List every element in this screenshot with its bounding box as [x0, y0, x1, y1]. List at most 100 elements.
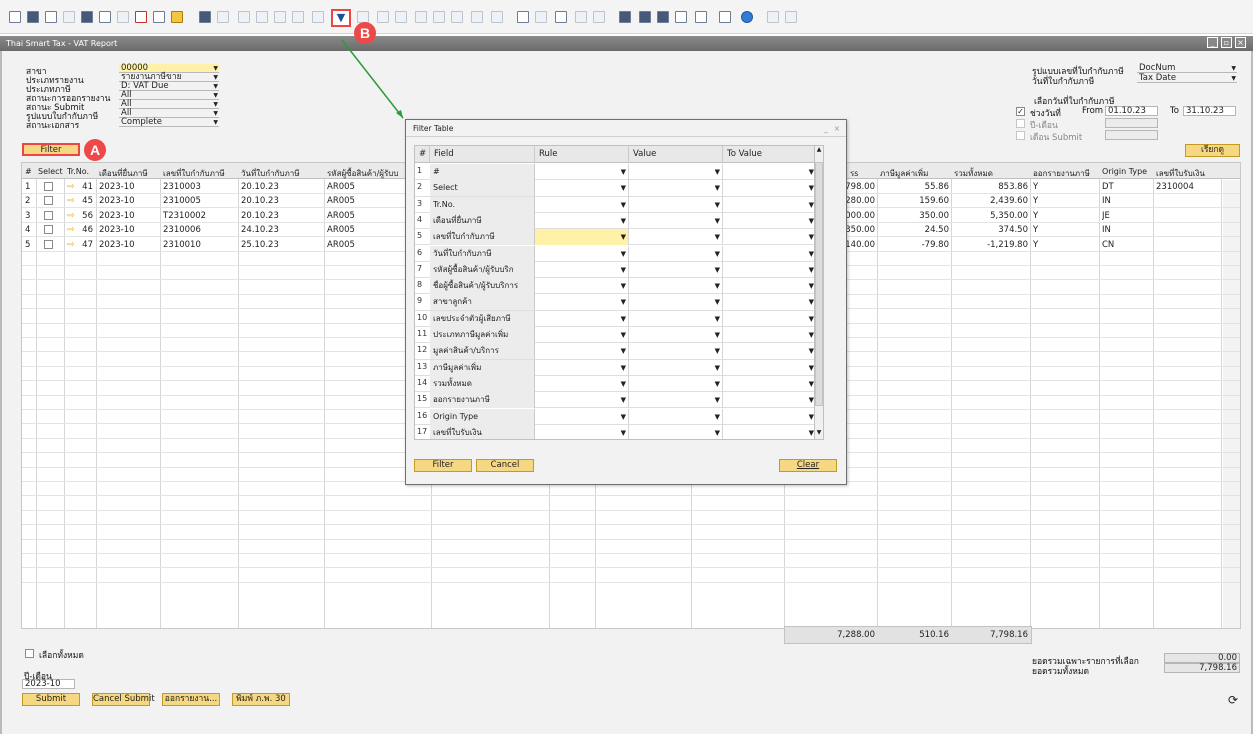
filter-row-field: เลขที่ใบกำกับภาษี: [430, 229, 535, 246]
value-dropdown[interactable]: ▼: [629, 164, 723, 180]
minimize-icon[interactable]: _: [824, 120, 828, 137]
to-value-dropdown[interactable]: ▼: [723, 164, 817, 180]
filter-row-field: ออกรายงานภาษี: [430, 392, 535, 409]
callout-a: A: [84, 139, 106, 161]
chevron-down-icon: ▼: [714, 412, 720, 421]
value-dropdown[interactable]: ▼: [629, 180, 723, 197]
value-dropdown[interactable]: ▼: [629, 343, 723, 360]
to-value-dropdown[interactable]: ▼: [723, 278, 817, 295]
value-dropdown[interactable]: ▼: [629, 261, 723, 278]
chevron-down-icon: ▼: [620, 282, 626, 291]
rule-dropdown[interactable]: ▼: [535, 294, 629, 311]
rule-dropdown[interactable]: ▼: [535, 375, 629, 392]
value-dropdown[interactable]: ▼: [629, 294, 723, 311]
value-dropdown[interactable]: ▼: [629, 310, 723, 327]
chevron-down-icon: ▼: [620, 428, 626, 437]
chevron-down-icon: ▼: [620, 233, 626, 242]
filter-row-field: สาขาลูกค้า: [430, 294, 535, 311]
to-value-dropdown[interactable]: ▼: [723, 294, 817, 311]
scroll-down-icon[interactable]: ▼: [815, 429, 823, 439]
rule-dropdown[interactable]: ▼: [535, 245, 629, 262]
value-dropdown[interactable]: ▼: [629, 229, 723, 246]
filter-row: 12 มูลค่าสินค้า/บริการ ▼ ▼ ▼: [415, 343, 823, 360]
filter-row: 5 เลขที่ใบกำกับภาษี ▼ ▼ ▼: [415, 229, 823, 246]
chevron-down-icon: ▼: [714, 331, 720, 339]
rule-dropdown[interactable]: ▼: [535, 278, 629, 295]
rule-dropdown[interactable]: ▼: [535, 212, 629, 229]
rule-dropdown[interactable]: ▼: [535, 343, 629, 360]
dialog-filter-button[interactable]: Filter: [414, 459, 472, 472]
chevron-down-icon: ▼: [714, 282, 720, 291]
filter-row: 16 Origin Type ▼ ▼ ▼: [415, 408, 823, 425]
to-value-dropdown[interactable]: ▼: [723, 375, 817, 392]
filter-row-field: ประเภทภาษีมูลค่าเพิ่ม: [430, 327, 535, 343]
filter-table-dialog: Filter Table _ × # Field Rule Value To V…: [405, 119, 847, 485]
rule-dropdown[interactable]: ▼: [535, 392, 629, 409]
filter-row: 15 ออกรายงานภาษี ▼ ▼ ▼: [415, 392, 823, 409]
to-value-dropdown[interactable]: ▼: [723, 359, 817, 376]
filter-row-index: 9: [417, 296, 423, 306]
value-dropdown[interactable]: ▼: [629, 392, 723, 409]
chevron-down-icon: ▼: [714, 363, 720, 372]
dialog-clear-button[interactable]: Clear: [779, 459, 837, 472]
dialog-cancel-button[interactable]: Cancel: [476, 459, 534, 472]
chevron-down-icon: ▼: [620, 216, 626, 225]
rule-dropdown[interactable]: ▼: [535, 310, 629, 327]
to-value-dropdown[interactable]: ▼: [723, 424, 817, 439]
filter-row-index: 4: [417, 214, 423, 224]
value-dropdown[interactable]: ▼: [629, 245, 723, 262]
to-value-dropdown[interactable]: ▼: [723, 261, 817, 278]
to-value-dropdown[interactable]: ▼: [723, 180, 817, 197]
chevron-down-icon: ▼: [620, 184, 626, 193]
filter-row-index: 14: [417, 377, 428, 387]
filter-table-scrollbar[interactable]: ▲ ▼: [814, 145, 824, 440]
chevron-down-icon: ▼: [620, 249, 626, 258]
rule-dropdown[interactable]: ▼: [535, 180, 629, 197]
chevron-down-icon: ▼: [714, 184, 720, 193]
filter-row-field: มูลค่าสินค้า/บริการ: [430, 343, 535, 360]
value-dropdown[interactable]: ▼: [629, 212, 723, 229]
to-value-dropdown[interactable]: ▼: [723, 408, 817, 425]
scroll-up-icon[interactable]: ▲: [815, 146, 823, 156]
rule-dropdown[interactable]: ▼: [535, 164, 629, 180]
rule-dropdown[interactable]: ▼: [535, 229, 629, 246]
to-value-dropdown[interactable]: ▼: [723, 245, 817, 262]
value-dropdown[interactable]: ▼: [629, 424, 723, 439]
chevron-down-icon: ▼: [714, 216, 720, 225]
close-icon[interactable]: ×: [834, 120, 840, 137]
filter-row-index: 10: [417, 312, 428, 322]
rule-dropdown[interactable]: ▼: [535, 359, 629, 376]
filter-row: 9 สาขาลูกค้า ▼ ▼ ▼: [415, 294, 823, 311]
chevron-down-icon: ▼: [714, 249, 720, 258]
to-value-dropdown[interactable]: ▼: [723, 327, 817, 343]
value-dropdown[interactable]: ▼: [629, 327, 723, 343]
filter-col-rule: Rule: [535, 146, 629, 163]
scroll-thumb[interactable]: [815, 162, 823, 406]
value-dropdown[interactable]: ▼: [629, 375, 723, 392]
to-value-dropdown[interactable]: ▼: [723, 392, 817, 409]
rule-dropdown[interactable]: ▼: [535, 261, 629, 278]
filter-row-index: 11: [417, 329, 428, 338]
filter-row-index: 1: [417, 166, 423, 175]
to-value-dropdown[interactable]: ▼: [723, 343, 817, 360]
rule-dropdown[interactable]: ▼: [535, 408, 629, 425]
value-dropdown[interactable]: ▼: [629, 359, 723, 376]
filter-col-index: #: [415, 146, 430, 163]
rule-dropdown[interactable]: ▼: [535, 327, 629, 343]
chevron-down-icon: ▼: [620, 412, 626, 421]
value-dropdown[interactable]: ▼: [629, 196, 723, 213]
to-value-dropdown[interactable]: ▼: [723, 212, 817, 229]
filter-row-index: 6: [417, 247, 423, 257]
rule-dropdown[interactable]: ▼: [535, 424, 629, 439]
chevron-down-icon: ▼: [714, 428, 720, 437]
chevron-down-icon: ▼: [620, 168, 626, 176]
to-value-dropdown[interactable]: ▼: [723, 196, 817, 213]
value-dropdown[interactable]: ▼: [629, 408, 723, 425]
to-value-dropdown[interactable]: ▼: [723, 310, 817, 327]
to-value-dropdown[interactable]: ▼: [723, 229, 817, 246]
rule-dropdown[interactable]: ▼: [535, 196, 629, 213]
chevron-down-icon: ▼: [620, 314, 626, 323]
value-dropdown[interactable]: ▼: [629, 278, 723, 295]
filter-row: 1 # ▼ ▼ ▼: [415, 164, 823, 181]
filter-col-to-value: To Value: [723, 146, 817, 163]
